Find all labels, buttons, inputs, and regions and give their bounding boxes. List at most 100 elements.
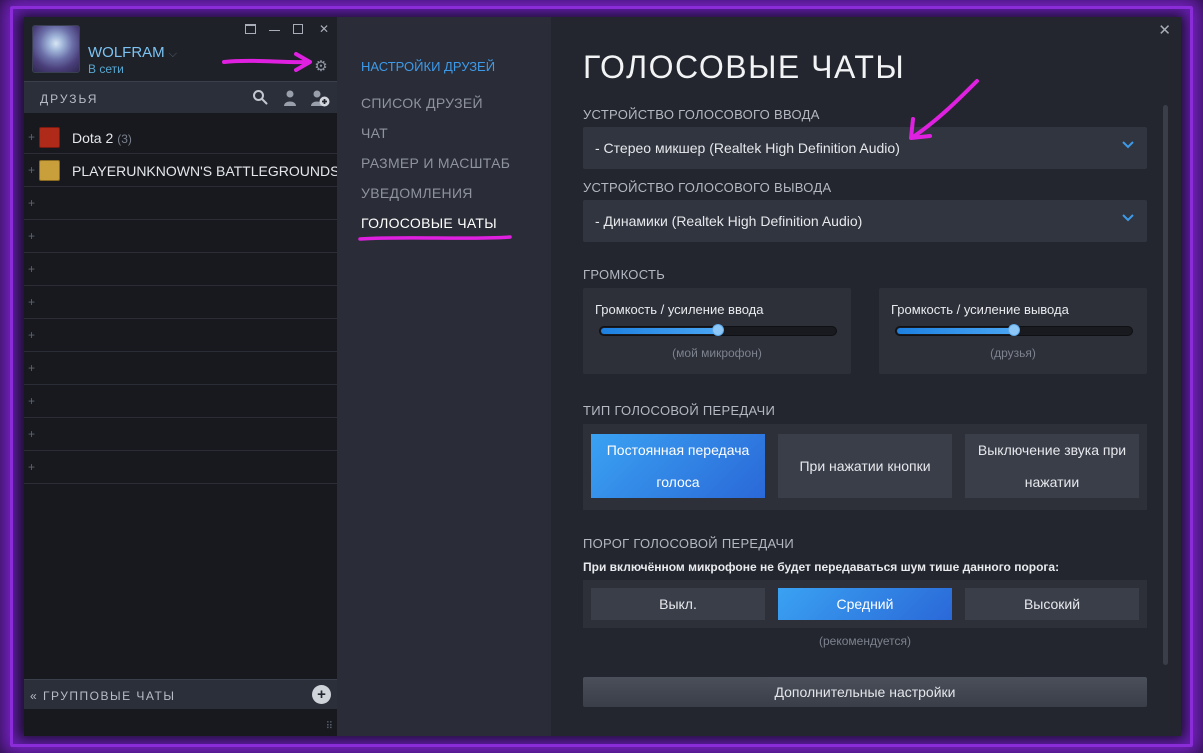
threshold-options: Выкл. Средний Высокий — [583, 580, 1147, 628]
plus-icon[interactable]: + — [28, 262, 35, 276]
group-chats-header[interactable]: « ГРУППОВЫЕ ЧАТЫ + — [24, 679, 337, 709]
list-item[interactable]: + — [24, 385, 337, 418]
group-label: Dota 2 (3) — [72, 130, 132, 146]
avatar[interactable] — [32, 25, 80, 73]
nav-heading: НАСТРОЙКИ ДРУЗЕЙ — [361, 59, 496, 74]
plus-icon[interactable]: + — [28, 328, 35, 342]
list-item[interactable]: + PLAYERUNKNOWN'S BATTLEGROUNDS ( — [24, 154, 348, 187]
close-icon: ✕ — [318, 22, 330, 36]
plus-icon[interactable]: + — [28, 295, 35, 309]
threshold-option[interactable]: Высокий — [965, 588, 1139, 620]
plus-icon[interactable]: + — [28, 427, 35, 441]
list-item[interactable]: + — [24, 451, 337, 484]
settings-nav: НАСТРОЙКИ ДРУЗЕЙ СПИСОК ДРУЗЕЙ ЧАТ РАЗМЕ… — [337, 17, 551, 736]
list-item[interactable]: + Dota 2 (3) — [24, 121, 337, 154]
list-item[interactable]: + — [24, 352, 337, 385]
group-name: Dota 2 — [72, 130, 114, 146]
group-chats-title: « ГРУППОВЫЕ ЧАТЫ — [30, 689, 176, 703]
annotation-arrow-icon — [222, 52, 312, 72]
input-device-select[interactable]: - Стерео микшер (Realtek High Definition… — [583, 127, 1147, 169]
nav-item-size-scale[interactable]: РАЗМЕР И МАСШТАБ — [361, 155, 510, 171]
transmission-option[interactable]: Выключение звука при нажатии — [965, 434, 1139, 498]
gear-icon[interactable]: ⚙ — [313, 59, 329, 75]
list-item[interactable]: + — [24, 286, 337, 319]
resize-grip-icon[interactable]: ⠿ — [326, 721, 333, 732]
input-device-value: - Стерео микшер (Realtek High Definition… — [595, 140, 900, 156]
friends-group-list: + Dota 2 (3) + PLAYERUNKNOWN'S BATTLEGROU… — [24, 121, 348, 484]
close-icon[interactable]: ✕ — [1158, 21, 1171, 39]
output-volume-sub: (друзья) — [990, 346, 1036, 360]
input-volume-sub: (мой микрофон) — [672, 346, 762, 360]
input-volume-slider[interactable] — [599, 324, 837, 336]
nav-item-friends-list[interactable]: СПИСОК ДРУЗЕЙ — [361, 95, 483, 111]
chevron-down-icon: ⌵ — [168, 48, 178, 60]
list-item[interactable]: + — [24, 319, 337, 352]
minimize-icon — [269, 22, 280, 31]
chevron-down-icon — [1122, 214, 1134, 222]
annotation-arrow-icon — [909, 79, 979, 140]
output-volume-handle[interactable] — [1008, 324, 1020, 336]
recommended-note: (рекомендуется) — [819, 634, 911, 648]
status-text: В сети — [88, 62, 124, 76]
input-volume-fill — [601, 328, 719, 334]
add-person-icon — [311, 90, 330, 107]
list-item[interactable]: + — [24, 418, 337, 451]
list-item[interactable]: + — [24, 187, 337, 220]
plus-icon[interactable]: + — [28, 460, 35, 474]
add-group-chat-icon[interactable]: + — [312, 685, 331, 704]
add-friend-icon[interactable] — [310, 89, 330, 109]
group-chats-label: ГРУППОВЫЕ ЧАТЫ — [43, 689, 176, 703]
page-title: ГОЛОСОВЫЕ ЧАТЫ — [583, 49, 906, 85]
output-device-label: УСТРОЙСТВО ГОЛОСОВОГО ВЫВОДА — [583, 180, 832, 195]
plus-icon[interactable]: + — [28, 229, 35, 243]
group-count: (3) — [117, 132, 132, 146]
window-controls: ✕ — [245, 22, 331, 36]
threshold-label: ПОРОГ ГОЛОСОВОЙ ПЕРЕДАЧИ — [583, 536, 795, 551]
scrollbar[interactable] — [1163, 105, 1168, 665]
username-dropdown[interactable]: WOLFRAM ⌵ — [88, 44, 177, 61]
output-device-select[interactable]: - Динамики (Realtek High Definition Audi… — [583, 200, 1147, 242]
output-volume-fill — [897, 328, 1015, 334]
friend-list-icon[interactable] — [280, 89, 300, 109]
volume-label: ГРОМКОСТЬ — [583, 267, 666, 282]
close-button[interactable]: ✕ — [317, 22, 331, 36]
plus-icon[interactable]: + — [28, 196, 35, 210]
maximize-button[interactable] — [293, 22, 307, 36]
dock-button[interactable] — [245, 22, 259, 36]
friends-panel: WOLFRAM ⌵ В сети ✕ ⚙ ДРУЗЬЯ + Dota 2 (3)… — [24, 17, 348, 736]
pubg-icon — [39, 160, 60, 181]
input-volume-card: Громкость / усиление ввода (мой микрофон… — [583, 288, 851, 374]
output-volume-card: Громкость / усиление вывода (друзья) — [879, 288, 1147, 374]
search-icon[interactable] — [250, 89, 270, 109]
plus-icon[interactable]: + — [28, 394, 35, 408]
username: WOLFRAM — [88, 44, 165, 61]
transmission-option[interactable]: Постоянная передача голоса — [591, 434, 765, 498]
threshold-option[interactable]: Выкл. — [591, 588, 765, 620]
plus-icon[interactable]: + — [28, 163, 35, 177]
search-glyph-icon — [253, 90, 268, 105]
output-volume-slider[interactable] — [895, 324, 1133, 336]
nav-item-notifications[interactable]: УВЕДОМЛЕНИЯ — [361, 185, 473, 201]
threshold-option[interactable]: Средний — [778, 588, 952, 620]
list-item[interactable]: + — [24, 253, 337, 286]
dock-icon — [245, 24, 256, 34]
minimize-button[interactable] — [269, 22, 283, 36]
person-icon — [284, 90, 296, 106]
voice-settings-panel: ✕ ГОЛОСОВЫЕ ЧАТЫ УСТРОЙСТВО ГОЛОСОВОГО В… — [551, 17, 1181, 736]
list-item[interactable]: + — [24, 220, 337, 253]
maximize-icon — [293, 24, 303, 34]
plus-icon[interactable]: + — [28, 130, 35, 144]
friends-title: ДРУЗЬЯ — [40, 92, 99, 106]
chevron-down-icon — [1122, 141, 1134, 149]
dota2-icon — [39, 127, 60, 148]
input-volume-handle[interactable] — [712, 324, 724, 336]
transmission-option[interactable]: При нажатии кнопки — [778, 434, 952, 498]
output-volume-label: Громкость / усиление вывода — [891, 302, 1069, 317]
advanced-settings-button[interactable]: Дополнительные настройки — [583, 677, 1147, 707]
annotation-underline — [358, 235, 512, 241]
nav-item-chat[interactable]: ЧАТ — [361, 125, 388, 141]
plus-icon[interactable]: + — [28, 361, 35, 375]
input-volume-label: Громкость / усиление ввода — [595, 302, 764, 317]
input-device-label: УСТРОЙСТВО ГОЛОСОВОГО ВВОДА — [583, 107, 820, 122]
nav-item-voice-chats[interactable]: ГОЛОСОВЫЕ ЧАТЫ — [361, 215, 497, 231]
